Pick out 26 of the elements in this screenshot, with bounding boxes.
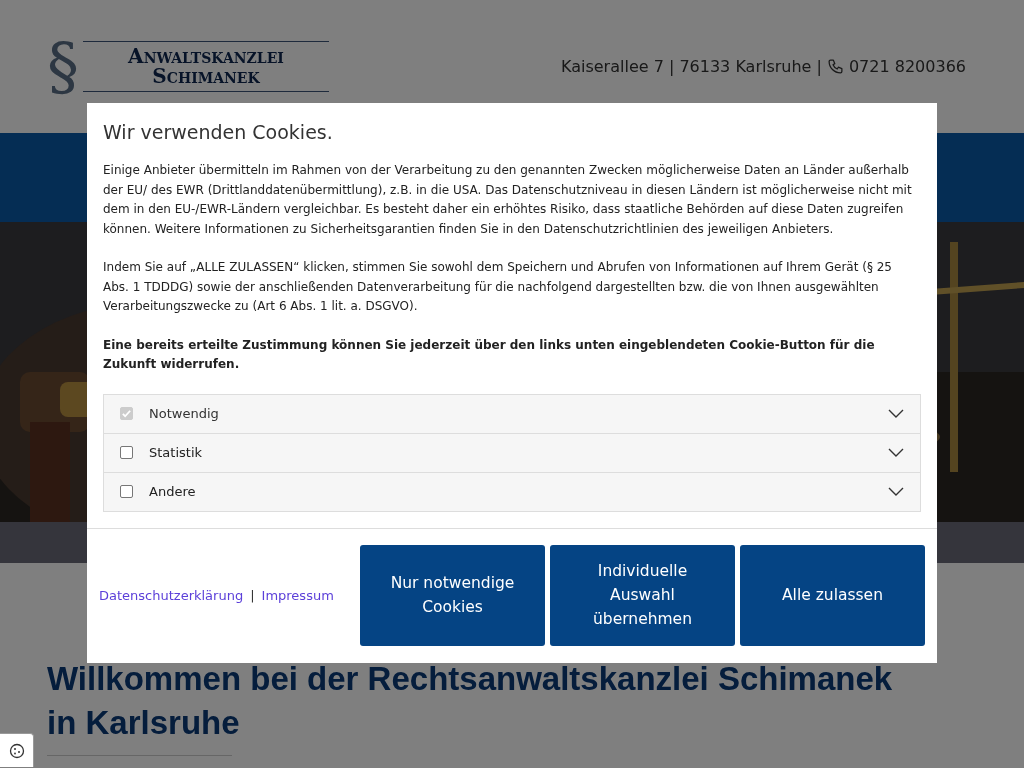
checkbox[interactable] bbox=[120, 446, 133, 459]
chevron-down-icon bbox=[888, 408, 904, 419]
dialog-title: Wir verwenden Cookies. bbox=[103, 121, 334, 143]
checkbox[interactable] bbox=[120, 485, 133, 498]
info-paragraph: Einige Anbieter übermitteln im Rahmen von der Verarbeitung zu den genannten Zwecken möglicherweise Daten an Länder außerhalb der EU/ des EWR (Drittlanddatenübermittlung), z.B. in die USA. Das Datenschutzniveau in diesen Ländern ist möglicherweise nicht mit dem in den EU-/EWR-Ländern vergleichbar. Es besteht daher ein erhöhtes Risiko, dass staatliche Behörden auf diese Daten zugreifen können. Weitere Informationen zu Sicherheitsgarantien finden Sie in den Datenschutzrichtlinien des jeweiligen Anbieters. bbox=[103, 162, 913, 238]
consent-notice: Eine bereits erteilte Zustimmung können Sie jederzeit über den links unten eingeblendeten Cookie-Button für die Zukunft widerrufen. bbox=[103, 336, 876, 373]
cookie-icon bbox=[8, 742, 25, 759]
chevron-down-icon bbox=[888, 486, 904, 497]
consent-category[interactable]: Statistik bbox=[104, 432, 920, 472]
footer-link[interactable]: Impressum bbox=[261, 587, 334, 603]
phone-number[interactable]: 0721 8200366 bbox=[848, 57, 966, 76]
info-paragraph: Indem Sie auf „ALLE ZULASSEN“ klicken, stimmen Sie sowohl dem Speichern und Abrufen von Informationen auf Ihrem Gerät (§ 25 Abs. 1 TDDDG) sowie der anschließenden Datenverarbeitung für die nachfolgend dargestellten bzw. die von Ihnen ausgewählten Verarbeitungszwecke zu (Art 6 Abs. 1 lit. a. DSGVO). bbox=[103, 259, 893, 315]
consent-button[interactable]: Individuelle Auswahl übernehmen bbox=[550, 544, 735, 646]
logo-wordmark[interactable]: Anwaltskanzlei Schimanek bbox=[83, 41, 329, 92]
address-text: Kaiserallee 7 | 76133 Karlsruhe | bbox=[560, 57, 822, 76]
page-heading: Willkommen bei der Rechtsanwaltskanzlei Schimanek bbox=[47, 659, 894, 699]
consent-button[interactable]: Alle zulassen bbox=[740, 544, 925, 646]
consent-category[interactable]: Andere bbox=[104, 471, 920, 511]
logo-symbol: § bbox=[47, 34, 79, 99]
link-separator: | bbox=[250, 587, 255, 603]
consent-button[interactable]: Nur notwendige Cookies bbox=[360, 544, 545, 646]
cookie-settings-button[interactable] bbox=[0, 733, 34, 767]
footer-link[interactable]: Datenschutzerklärung bbox=[99, 587, 244, 603]
chevron-down-icon bbox=[888, 447, 904, 458]
phone-icon bbox=[826, 58, 844, 75]
page-heading: in Karlsruhe bbox=[47, 703, 241, 743]
